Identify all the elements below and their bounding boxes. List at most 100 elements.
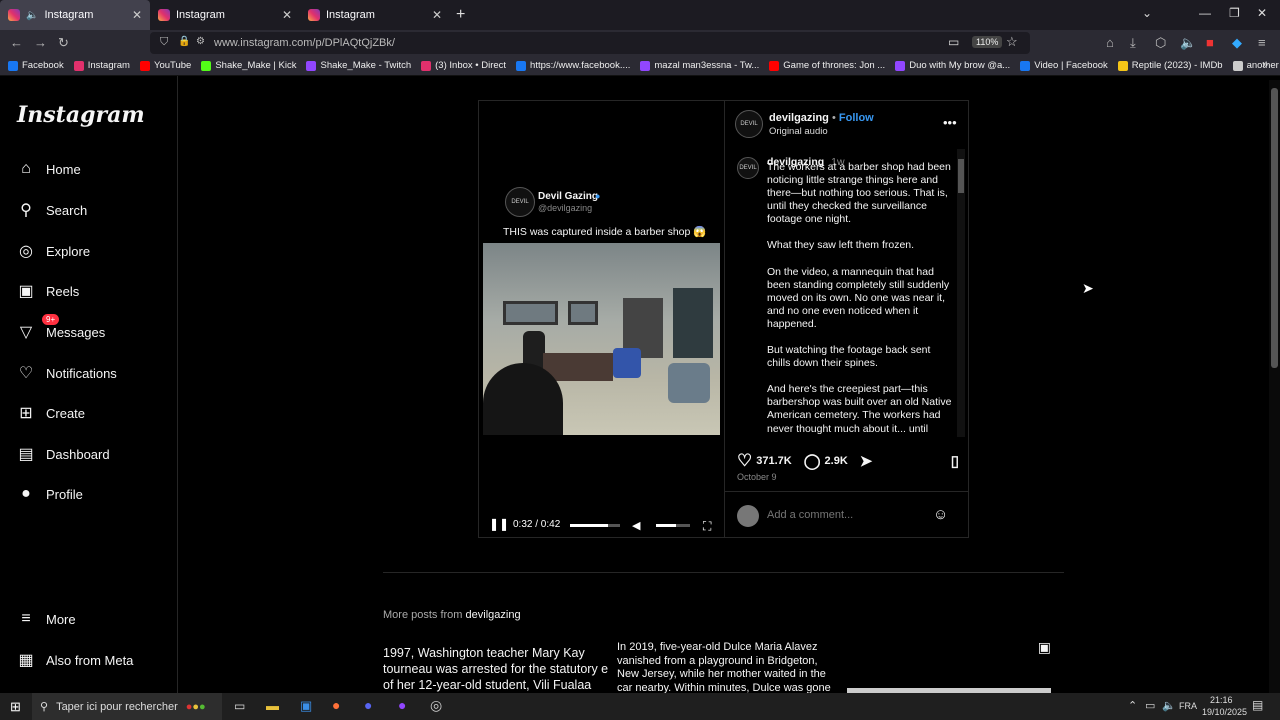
close-tab-icon[interactable]: ✕ — [432, 8, 442, 22]
downloads-icon[interactable]: ⤓ — [1130, 35, 1136, 51]
bookmark-item[interactable]: Facebook — [8, 60, 64, 71]
nav-item-notifications[interactable]: ♡ Notifications — [16, 363, 117, 383]
instagram-favicon-icon — [308, 9, 320, 21]
nav-item-reels[interactable]: ▣ Reels — [16, 281, 79, 301]
bookmark-item[interactable]: (3) Inbox • Direct — [421, 60, 506, 71]
like-heart-icon[interactable]: ♡ — [737, 451, 752, 471]
comment-bubble-icon[interactable]: ◯ — [804, 452, 821, 470]
tab-instagram-1[interactable]: 🔈 Instagram ✕ — [0, 0, 150, 30]
more-post-tile-1[interactable]: 1997, Washington teacher Mary Kay tourne… — [383, 645, 609, 694]
app-icon[interactable]: ◎ — [430, 697, 442, 714]
file-explorer-icon[interactable]: ▬ — [266, 698, 279, 713]
nav-item-explore[interactable]: ◎ Explore — [16, 241, 90, 261]
follow-button[interactable]: Follow — [839, 112, 874, 124]
pause-icon[interactable]: ❚❚ — [489, 517, 509, 531]
address-bar[interactable]: ⛉ 🔒 ⚙ www.instagram.com/p/DPlAQtQjZBk/ ▭… — [150, 32, 1030, 54]
bookmark-item[interactable]: Game of thrones: Jon ... — [769, 60, 885, 71]
home-toolbar-icon[interactable]: ⌂ — [1106, 35, 1114, 50]
close-window-icon[interactable]: ✕ — [1257, 6, 1267, 20]
caption-scrollbar[interactable] — [957, 149, 965, 437]
task-view-icon[interactable]: ▭ — [234, 699, 245, 713]
shield-icon[interactable]: ⛉ — [160, 36, 168, 49]
reader-view-icon[interactable]: ▭ — [948, 35, 959, 49]
tab-list-chevron-icon[interactable]: ⌄ — [1142, 6, 1152, 20]
bookmark-item[interactable]: Shake_Make | Kick — [201, 60, 296, 71]
bookmark-item[interactable]: Reptile (2023) - IMDb — [1117, 60, 1223, 71]
bookmark-item[interactable]: YouTube — [139, 60, 191, 71]
extension-blue-icon[interactable]: ◆ — [1232, 35, 1242, 51]
caption-avatar[interactable]: DEVIL — [737, 157, 759, 179]
nav-item-home[interactable]: ⌂ Home — [16, 159, 81, 179]
notification-center-icon[interactable]: ▤ — [1252, 698, 1263, 712]
instagram-logo[interactable]: Instagram — [17, 102, 145, 128]
audio-icon[interactable]: 🔈 — [1180, 35, 1196, 51]
author-username[interactable]: devilgazing — [769, 112, 829, 124]
nav-item-messages[interactable]: ▽ 9+ Messages — [16, 314, 105, 342]
bookmarks-overflow-icon[interactable]: » — [1262, 59, 1268, 71]
video-progress-bar[interactable] — [570, 524, 620, 527]
nav-item-dashboard[interactable]: ▤ Dashboard — [16, 444, 109, 464]
firefox-icon[interactable]: ● — [332, 697, 340, 713]
emoji-icon[interactable]: ☺ — [933, 506, 948, 523]
comment-count[interactable]: 2.9K — [825, 455, 848, 467]
share-send-icon[interactable]: ➤ — [860, 452, 873, 470]
bookmark-item[interactable]: Duo with My brow @a... — [895, 60, 1010, 71]
forward-icon[interactable]: → — [34, 35, 47, 50]
comment-input[interactable] — [767, 509, 917, 521]
language-indicator[interactable]: FRA — [1179, 701, 1197, 711]
taskbar-search[interactable]: ⚲ Taper ici pour rechercher ● ● ● — [32, 693, 222, 720]
tab-instagram-2[interactable]: Instagram ✕ — [150, 0, 300, 30]
extensions-icon[interactable]: ⬡ — [1155, 35, 1166, 51]
close-tab-icon[interactable]: ✕ — [282, 8, 292, 22]
minimize-icon[interactable]: — — [1199, 6, 1211, 20]
new-tab-icon[interactable]: + — [456, 6, 465, 24]
more-options-icon[interactable]: ••• — [943, 115, 957, 130]
nav-item-search[interactable]: ⚲ Search — [16, 200, 87, 220]
fullscreen-icon[interactable]: ⛶ — [703, 519, 711, 534]
bookmark-item[interactable]: Instagram — [73, 60, 130, 71]
app-menu-icon[interactable]: ≡ — [1258, 35, 1266, 50]
bookmark-item[interactable]: Video | Facebook — [1020, 60, 1108, 71]
store-icon[interactable]: ▣ — [300, 698, 312, 714]
nav-item-create[interactable]: ⊞ Create — [16, 403, 85, 423]
bookmark-item[interactable]: another round - Rech... — [1232, 60, 1280, 71]
page-scrollbar[interactable] — [1269, 80, 1280, 693]
post-video[interactable]: DEVIL Devil Gazing ● @devilgazing THIS w… — [479, 101, 724, 537]
network-icon[interactable]: ▭ — [1145, 699, 1155, 712]
bookmark-item[interactable]: mazal man3essna - Tw... — [640, 60, 759, 71]
volume-slider[interactable] — [656, 524, 690, 527]
extension-red-icon[interactable]: ■ — [1206, 35, 1214, 50]
audio-link[interactable]: Original audio — [769, 126, 828, 137]
reload-icon[interactable]: ↻ — [58, 35, 69, 51]
nav-item-profile[interactable]: ● Profile — [16, 484, 83, 504]
discord-icon[interactable]: ● — [364, 697, 372, 713]
restore-icon[interactable]: ❐ — [1229, 6, 1240, 20]
nav-item-more[interactable]: ≡ More — [16, 609, 75, 629]
tray-chevron-icon[interactable]: ⌃ — [1128, 699, 1137, 712]
volume-icon[interactable]: ◀ — [632, 519, 640, 532]
twitch-icon[interactable]: ● — [398, 697, 406, 713]
bookmark-label: Duo with My brow @a... — [909, 60, 1011, 71]
like-count[interactable]: 371.7K — [756, 455, 791, 467]
volume-tray-icon[interactable]: 🔈 — [1162, 699, 1176, 712]
clock-time[interactable]: 21:16 — [1210, 695, 1233, 705]
nav-item-also-from-meta[interactable]: ▦ Also from Meta — [16, 650, 133, 670]
windows-start-icon[interactable]: ⊞ — [10, 699, 21, 715]
back-icon[interactable]: ← — [10, 35, 23, 50]
post-date[interactable]: October 9 — [737, 472, 777, 482]
tab-instagram-3[interactable]: Instagram ✕ — [300, 0, 450, 30]
more-posts-user[interactable]: devilgazing — [466, 609, 521, 621]
lock-icon[interactable]: 🔒 — [178, 36, 190, 47]
bookmark-star-icon[interactable]: ☆ — [1006, 34, 1018, 50]
page-permissions-icon[interactable]: ⚙ — [196, 36, 205, 47]
save-bookmark-icon[interactable]: ▯ — [951, 452, 959, 470]
more-post-tile-3[interactable]: ▣ — [847, 635, 1059, 694]
author-avatar[interactable]: DEVIL — [735, 110, 763, 138]
zoom-level[interactable]: 110% — [972, 36, 1003, 48]
close-tab-icon[interactable]: ✕ — [132, 8, 142, 22]
bookmark-item[interactable]: https://www.facebook.... — [516, 60, 630, 71]
more-post-tile-2[interactable]: In 2019, five-year-old Dulce Maria Alave… — [617, 641, 831, 694]
bookmark-item[interactable]: Shake_Make - Twitch — [306, 60, 411, 71]
speaker-icon[interactable]: 🔈 — [26, 10, 38, 21]
clock-date[interactable]: 19/10/2025 — [1202, 707, 1247, 717]
